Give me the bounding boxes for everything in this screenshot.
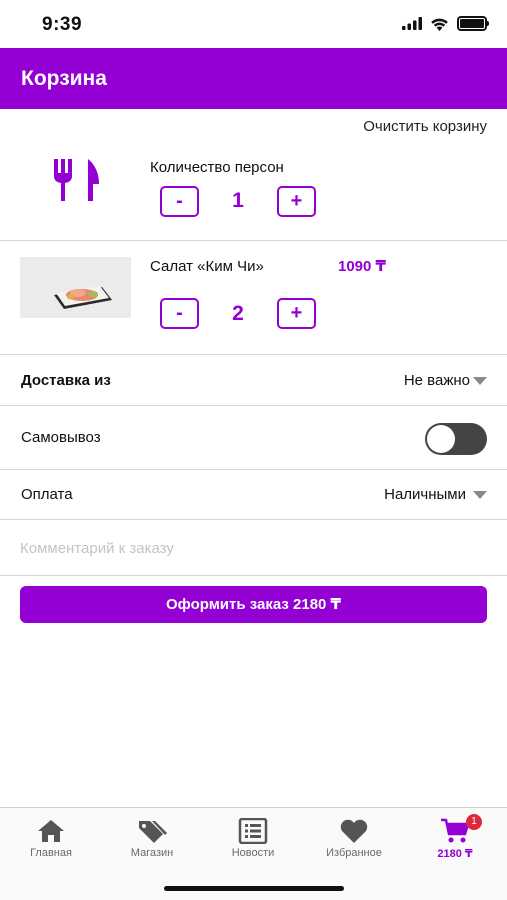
- persons-count: 1: [232, 189, 244, 212]
- item-price: 1090 ₸: [338, 258, 386, 275]
- pickup-row: Самовывоз: [0, 406, 507, 470]
- delivery-select[interactable]: Не важно: [404, 372, 487, 389]
- tab-label: Избранное: [326, 847, 382, 859]
- comment-row: [0, 520, 507, 576]
- delivery-label: Доставка из: [21, 372, 111, 389]
- item-image: [20, 257, 131, 318]
- page-title: Корзина: [21, 67, 107, 90]
- battery-icon: [457, 16, 489, 31]
- signal-icon: [402, 17, 422, 30]
- persons-minus-button[interactable]: -: [160, 186, 199, 217]
- persons-row: Количество персон - 1 +: [0, 140, 507, 241]
- item-quantity: 2: [232, 302, 244, 325]
- tab-cart[interactable]: 1 2180 ₸: [410, 814, 500, 860]
- clear-cart-button[interactable]: Очистить корзину: [363, 118, 487, 135]
- persons-plus-button[interactable]: +: [277, 186, 316, 217]
- delivery-row[interactable]: Доставка из Не важно: [0, 355, 507, 406]
- tab-label: Магазин: [130, 847, 174, 859]
- status-bar: 9:39: [0, 0, 507, 48]
- delivery-value: Не важно: [403, 372, 470, 389]
- item-name: Салат «Ким Чи»: [150, 258, 264, 275]
- tab-news[interactable]: Новости: [208, 818, 298, 859]
- home-indicator: [164, 886, 344, 891]
- cart-item-row: Салат «Ким Чи» 1090 ₸ - 2 +: [0, 241, 507, 355]
- status-time: 9:39: [42, 14, 83, 35]
- payment-select[interactable]: Наличными: [384, 486, 487, 503]
- wifi-icon: [431, 18, 448, 31]
- pickup-toggle[interactable]: [425, 423, 487, 455]
- cart-badge: 1: [466, 814, 482, 830]
- payment-row[interactable]: Оплата Наличными: [0, 470, 507, 520]
- cutlery-icon: [54, 159, 99, 201]
- tab-shop[interactable]: Магазин: [107, 818, 197, 859]
- tag-icon: [139, 821, 167, 843]
- home-icon: [38, 820, 64, 842]
- news-icon: [238, 818, 268, 844]
- comment-input[interactable]: [20, 520, 487, 576]
- checkout-button[interactable]: Оформить заказ 2180 ₸: [20, 586, 487, 623]
- heart-icon: [340, 819, 368, 843]
- tab-favorites[interactable]: Избранное: [309, 818, 399, 859]
- pickup-label: Самовывоз: [21, 429, 101, 446]
- persons-label: Количество персон: [150, 159, 284, 176]
- item-minus-button[interactable]: -: [160, 298, 199, 329]
- chevron-down-icon: [473, 490, 487, 499]
- chevron-down-icon: [473, 376, 487, 385]
- payment-value: Наличными: [384, 486, 466, 503]
- item-plus-button[interactable]: +: [277, 298, 316, 329]
- toggle-knob: [427, 425, 455, 453]
- status-icons: [402, 16, 489, 31]
- tab-label: 2180 ₸: [437, 848, 473, 860]
- tab-label: Главная: [30, 847, 72, 859]
- tab-label: Новости: [231, 847, 275, 859]
- salad-plate-icon: [20, 257, 131, 318]
- app-header: Корзина: [0, 48, 507, 109]
- payment-label: Оплата: [21, 486, 73, 503]
- tab-home[interactable]: Главная: [6, 818, 96, 859]
